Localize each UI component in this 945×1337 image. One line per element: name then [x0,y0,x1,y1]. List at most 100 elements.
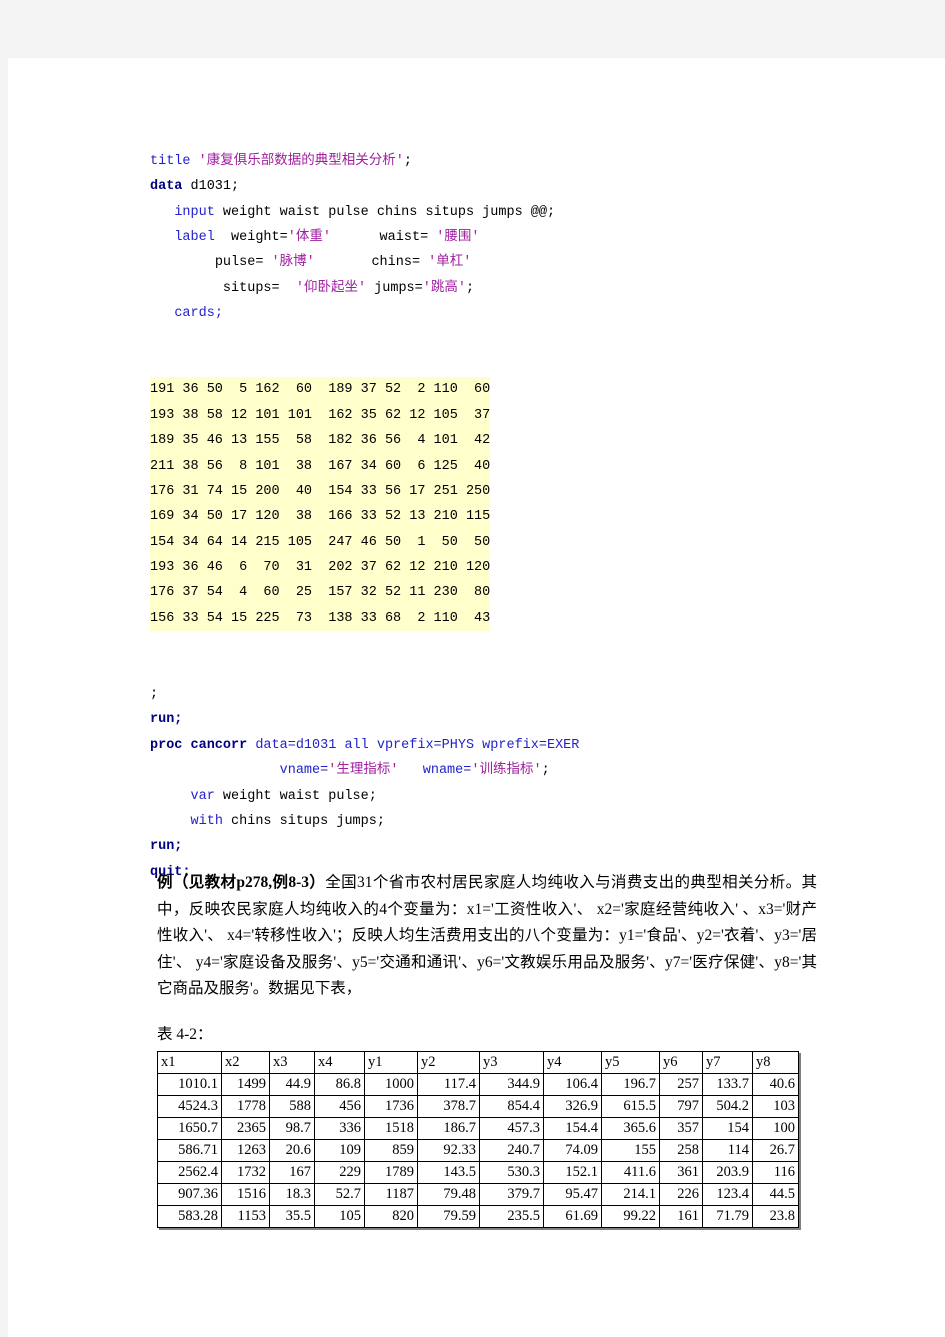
table-cell: 1153 [221,1205,270,1228]
table-cell: 79.59 [417,1205,480,1228]
table-cell: 95.47 [543,1183,602,1206]
code-token: '训练指标' [471,763,542,779]
table-cell: 361 [659,1161,703,1184]
table-row: 4524.3 1778 588 456 1736 378.7 854.4 326.9 615.5… [157,1095,799,1118]
code-token: jumps= [366,280,423,296]
table-cell: 588 [269,1095,315,1118]
table-cell: 117.4 [417,1073,480,1096]
table-cell: 1736 [364,1095,418,1118]
highlighted-data-row: 176 31 74 15 200 40 154 33 56 17 251 250 [150,478,491,505]
code-token: input [174,204,215,220]
code-token: weight waist pulse chins situps jumps @@… [214,204,556,220]
table-cell: 123.4 [702,1183,753,1206]
highlighted-data-row: 211 38 56 8 101 38 167 34 60 6 125 40 [150,453,491,479]
column-header-y1: y1 [364,1051,418,1074]
table-cell: 106.4 [543,1073,602,1096]
table-cell: 456 [314,1095,365,1118]
code-line: var weight waist pulse; [150,784,579,809]
table-cell: 167 [269,1161,315,1184]
code-line: cards; [150,301,579,326]
code-token: with [190,814,223,830]
table-cell: 4524.3 [157,1095,222,1118]
code-token: wname= [422,763,472,779]
table-cell: 226 [659,1183,703,1206]
table-cell: 1778 [221,1095,270,1118]
code-data-line: 156 33 54 15 225 73 138 33 68 2 110 43 [150,605,579,632]
code-token: weight= [214,229,288,245]
column-header-y5: y5 [601,1051,660,1074]
column-header-y8: y8 [752,1051,799,1074]
table-cell: 258 [659,1139,703,1162]
table-row: 2562.4 1732 167 229 1789 143.5 530.3 152.1 411.6… [157,1161,799,1184]
code-line: with chins situps jumps; [150,809,579,834]
code-token: cards; [174,306,223,322]
table-cell: 820 [364,1205,418,1228]
highlighted-data-row: 191 36 50 5 162 60 189 37 52 2 110 60 [150,377,491,403]
code-data-line: 211 38 56 8 101 38 167 34 60 6 125 40 [150,453,579,479]
table-cell: 1789 [364,1161,418,1184]
code-data-line: 169 34 50 17 120 38 166 33 52 13 210 115 [150,504,579,530]
table-cell: 240.7 [479,1139,544,1162]
table-cell: 586.71 [157,1139,222,1162]
table-cell: 196.7 [601,1073,660,1096]
code-token: '生理指标' [328,763,399,779]
table-cell: 154 [702,1117,753,1140]
table-cell: 99.22 [601,1205,660,1228]
code-line: title '康复俱乐部数据的典型相关分析'; [150,149,579,174]
code-data-line: 154 34 64 14 215 105 247 46 50 1 50 50 [150,529,579,556]
code-token: chins situps jumps; [222,814,385,830]
table-cell: 114 [702,1139,753,1162]
code-token: '脉博' [271,255,315,271]
table-cell: 379.7 [479,1183,544,1206]
table-row: 1010.1 1499 44.9 86.8 1000 117.4 344.9 106.4 196… [157,1073,799,1096]
code-token: d1031; [182,179,240,195]
example-paragraph: 例（见教材p278,例8-3）全国31个省市农村居民家庭人均纯收入与消费支出的典… [157,870,817,1003]
table-cell: 20.6 [269,1139,315,1162]
code-line: proc cancorr data=d1031 all vprefix=PHYS… [150,733,579,758]
table-cell: 186.7 [417,1117,480,1140]
code-line: run; [150,707,579,732]
table-cell: 1650.7 [157,1117,222,1140]
table-cell: 52.7 [314,1183,365,1206]
highlighted-data-row: 193 38 58 12 101 101 162 35 62 12 105 37 [150,402,491,429]
highlighted-data-row: 189 35 46 13 155 58 182 36 56 4 101 42 [150,428,491,454]
table-cell: 229 [314,1161,365,1184]
table-cell: 1499 [221,1073,270,1096]
table-cell: 797 [659,1095,703,1118]
code-data-line: 189 35 46 13 155 58 182 36 56 4 101 42 [150,428,579,454]
table-cell: 155 [601,1139,660,1162]
code-token: data [150,179,183,195]
code-line: label weight='体重' waist= '腰围' [150,225,579,250]
table-cell: 235.5 [479,1205,544,1228]
table-cell: 854.4 [479,1095,544,1118]
table-cell: 344.9 [479,1073,544,1096]
table-cell: 35.5 [269,1205,315,1228]
column-header-y7: y7 [702,1051,753,1074]
code-token: run; [150,712,183,728]
table-cell: 457.3 [479,1117,544,1140]
table-row: 586.71 1263 20.6 109 859 92.33 240.7 74.09 155 25… [157,1139,799,1162]
table-cell: 203.9 [702,1161,753,1184]
table-cell: 92.33 [417,1139,480,1162]
code-token: ; [465,280,475,296]
code-token: '仰卧起坐' [295,280,367,296]
table-cell: 907.36 [157,1183,222,1206]
table-caption: 表 4-2： [157,1026,213,1043]
code-token: vname= [279,763,329,779]
table-cell: 1518 [364,1117,418,1140]
code-token: pulse= [214,255,272,271]
example-lead-label: 例（见教材p278,例8-3） [157,874,326,891]
table-cell: 1000 [364,1073,418,1096]
highlighted-data-row: 193 36 46 6 70 31 202 37 62 12 210 120 [150,555,491,581]
code-token: title [150,153,199,169]
table-cell: 152.1 [543,1161,602,1184]
example-body-text: 全国31个省市农村居民家庭人均纯收入与消费支出的典型相关分析。其中，反映农民家庭… [157,874,817,997]
table-cell: 71.79 [702,1205,753,1228]
table-cell: 357 [659,1117,703,1140]
table-cell: 615.5 [601,1095,660,1118]
